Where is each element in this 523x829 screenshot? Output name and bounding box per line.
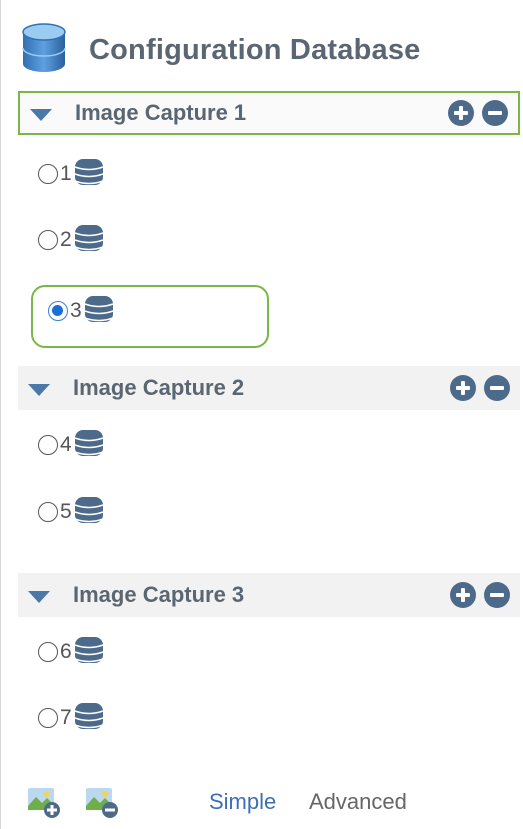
- radio-button[interactable]: [38, 502, 58, 522]
- database-stack-icon: [73, 700, 105, 737]
- radio-button[interactable]: [38, 164, 58, 184]
- item-number: 2: [60, 228, 72, 251]
- collapse-arrow-icon[interactable]: [28, 590, 50, 603]
- item-number: 5: [60, 500, 72, 523]
- remove-image-icon[interactable]: [85, 784, 119, 818]
- item-number: 6: [60, 640, 72, 663]
- add-icon[interactable]: [450, 582, 476, 608]
- database-stack-icon: [73, 494, 105, 531]
- simple-mode-link[interactable]: Simple: [209, 789, 276, 815]
- collapse-arrow-icon[interactable]: [30, 108, 52, 121]
- group-header-image-capture-2[interactable]: Image Capture 2: [18, 366, 520, 410]
- group-label: Image Capture 3: [73, 582, 245, 607]
- radio-button[interactable]: [38, 435, 58, 455]
- list-item-1[interactable]: 1: [38, 157, 105, 191]
- list-item-7[interactable]: 7: [38, 701, 105, 735]
- list-item-2[interactable]: 2: [38, 223, 105, 257]
- radio-button-selected[interactable]: [48, 301, 68, 321]
- add-icon[interactable]: [448, 100, 474, 126]
- radio-button[interactable]: [38, 230, 58, 250]
- group-label: Image Capture 2: [73, 375, 245, 400]
- panel-header: Configuration Database: [19, 22, 421, 79]
- database-stack-icon: [73, 156, 105, 193]
- database-stack-icon: [73, 427, 105, 464]
- list-item-4[interactable]: 4: [38, 428, 105, 462]
- radio-button[interactable]: [38, 708, 58, 728]
- panel-footer: Simple Advanced: [1, 775, 523, 829]
- item-number: 7: [60, 706, 72, 729]
- group-label: Image Capture 1: [75, 100, 247, 125]
- panel-title: Configuration Database: [89, 34, 421, 66]
- list-item-3[interactable]: 3: [48, 294, 115, 328]
- remove-icon[interactable]: [482, 100, 508, 126]
- collapse-arrow-icon[interactable]: [28, 383, 50, 396]
- item-number: 1: [60, 162, 72, 185]
- item-number: 3: [70, 299, 82, 322]
- radio-button[interactable]: [38, 642, 58, 662]
- group-header-image-capture-3[interactable]: Image Capture 3: [18, 573, 520, 617]
- add-icon[interactable]: [450, 375, 476, 401]
- database-icon: [19, 22, 69, 79]
- add-image-icon[interactable]: [27, 784, 61, 818]
- remove-icon[interactable]: [484, 375, 510, 401]
- group-header-image-capture-1[interactable]: Image Capture 1: [18, 91, 520, 135]
- remove-icon[interactable]: [484, 582, 510, 608]
- database-stack-icon: [73, 634, 105, 671]
- list-item-5[interactable]: 5: [38, 495, 105, 529]
- advanced-mode-link[interactable]: Advanced: [309, 789, 407, 815]
- config-database-panel: Configuration Database Image Capture 1 1…: [0, 0, 523, 829]
- database-stack-icon: [73, 222, 105, 259]
- item-number: 4: [60, 433, 72, 456]
- database-stack-icon: [83, 293, 115, 330]
- list-item-6[interactable]: 6: [38, 635, 105, 669]
